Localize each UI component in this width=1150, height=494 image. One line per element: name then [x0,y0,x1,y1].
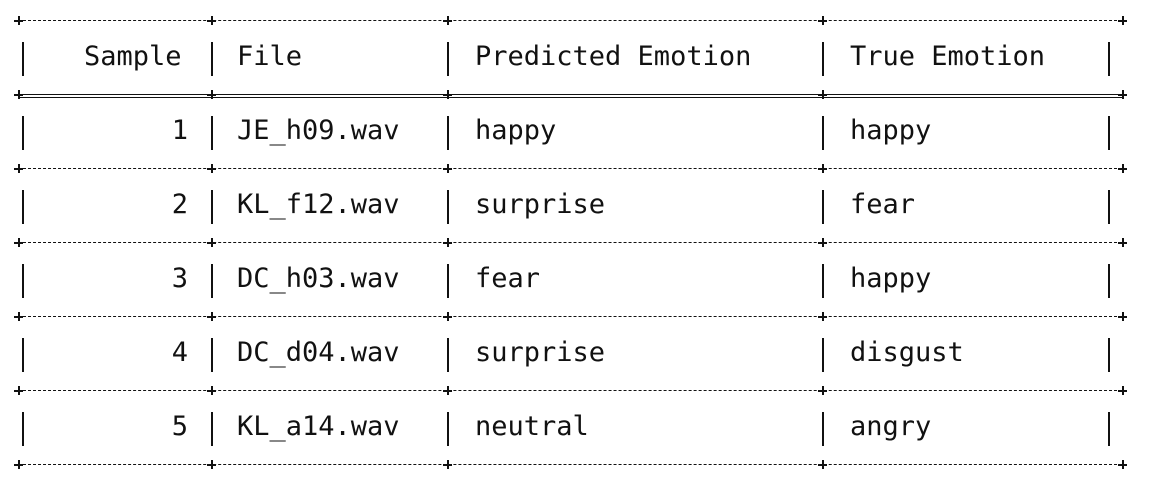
cell-true: angry [850,411,932,442]
cell-true: disgust [850,337,964,368]
cell-true: happy [850,115,932,146]
column-divider [447,42,449,76]
grid-junction [14,312,23,321]
column-divider [211,116,213,150]
grid-junction [207,90,216,99]
grid-junction [443,16,452,25]
grid-junction [1118,16,1127,25]
column-divider [22,338,24,372]
grid-junction [207,238,216,247]
grid-junction [1118,90,1127,99]
grid-junction [1118,164,1127,173]
column-divider [1108,264,1110,298]
grid-junction [443,238,452,247]
grid-junction [818,238,827,247]
column-divider [211,190,213,224]
cell-sample: 5 [171,411,188,442]
grid-junction [207,164,216,173]
column-divider [22,42,24,76]
grid-junction [207,460,216,469]
column-divider [447,190,449,224]
column-divider [822,42,824,76]
grid-junction [818,312,827,321]
grid-junction [207,16,216,25]
header-sample: Sample [84,41,182,72]
grid-junction [207,312,216,321]
cell-sample: 1 [171,115,188,146]
grid-junction [14,460,23,469]
cell-predicted: neutral [475,411,589,442]
grid-junction [14,386,23,395]
cell-predicted: fear [475,263,541,294]
column-divider [211,264,213,298]
table-border-top [18,20,1122,21]
row-separator [18,242,1122,243]
grid-junction [14,238,23,247]
cell-file: KL_a14.wav [237,411,400,442]
grid-junction [818,90,827,99]
grid-junction [818,460,827,469]
column-divider [822,116,824,150]
column-divider [447,412,449,446]
grid-junction [818,16,827,25]
grid-junction [14,16,23,25]
header-predicted-emotion: Predicted Emotion [475,41,752,72]
cell-predicted: happy [475,115,557,146]
cell-sample: 2 [171,189,188,220]
header-separator [18,94,1122,98]
grid-junction [14,164,23,173]
grid-junction [1118,238,1127,247]
column-divider [211,338,213,372]
table-border-bottom [18,464,1122,465]
cell-file: KL_f12.wav [237,189,400,220]
row-separator [18,168,1122,169]
cell-file: DC_h03.wav [237,263,400,294]
row-separator [18,316,1122,317]
column-divider [22,264,24,298]
cell-sample: 4 [171,337,188,368]
column-divider [1108,116,1110,150]
grid-junction [818,386,827,395]
column-divider [211,42,213,76]
grid-junction [1118,312,1127,321]
column-divider [1108,42,1110,76]
column-divider [447,116,449,150]
header-file: File [237,41,303,72]
cell-true: fear [850,189,916,220]
column-divider [1108,338,1110,372]
header-true-emotion: True Emotion [850,41,1046,72]
grid-junction [443,164,452,173]
grid-junction [14,90,23,99]
row-separator [18,390,1122,391]
grid-junction [1118,386,1127,395]
column-divider [447,338,449,372]
column-divider [22,190,24,224]
grid-junction [443,312,452,321]
cell-file: JE_h09.wav [237,115,400,146]
grid-junction [443,460,452,469]
column-divider [822,412,824,446]
cell-file: DC_d04.wav [237,337,400,368]
cell-predicted: surprise [475,337,606,368]
column-divider [822,264,824,298]
column-divider [822,190,824,224]
grid-junction [1118,460,1127,469]
grid-junction [443,90,452,99]
grid-junction [443,386,452,395]
cell-sample: 3 [171,263,188,294]
column-divider [22,412,24,446]
column-divider [1108,412,1110,446]
cell-predicted: surprise [475,189,606,220]
column-divider [822,338,824,372]
grid-junction [818,164,827,173]
column-divider [447,264,449,298]
results-table: Sample File Predicted Emotion True Emoti… [14,16,1127,470]
cell-true: happy [850,263,932,294]
column-divider [211,412,213,446]
grid-junction [207,386,216,395]
column-divider [22,116,24,150]
column-divider [1108,190,1110,224]
